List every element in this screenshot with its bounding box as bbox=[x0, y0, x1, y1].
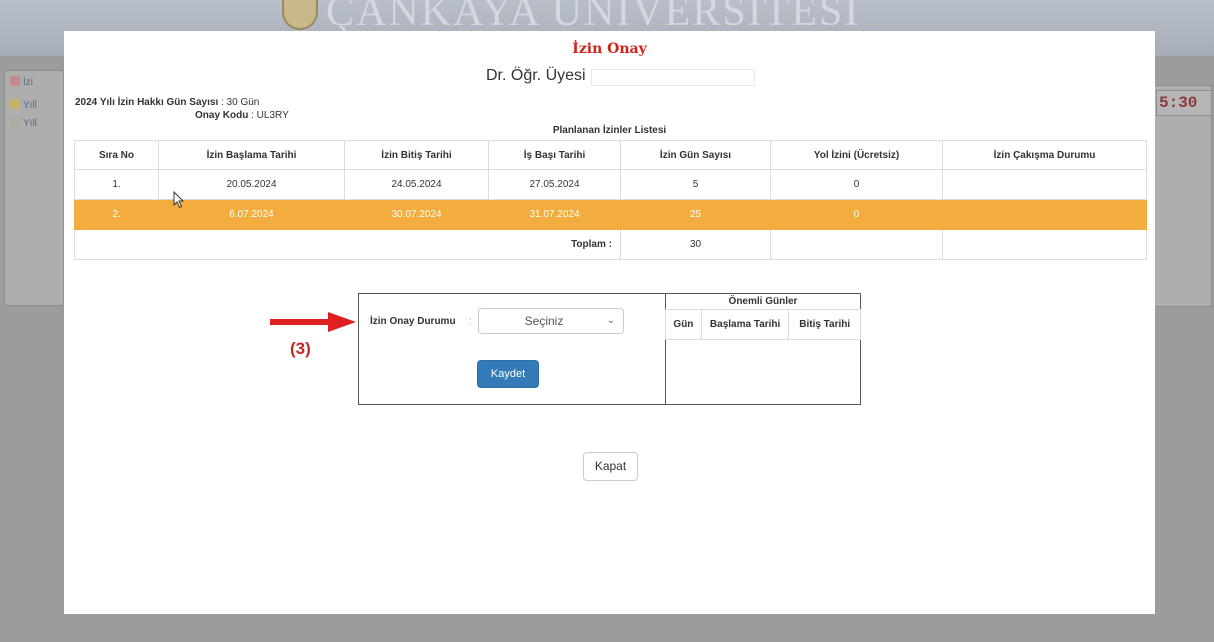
total-label: Toplam : bbox=[74, 229, 621, 260]
col-header-end: İzin Bitiş Tarihi bbox=[344, 140, 489, 170]
col-header-days: İzin Gün Sayısı bbox=[620, 140, 771, 170]
col-header-no: Sıra No bbox=[74, 140, 159, 170]
important-days-panel: Önemli Günler Gün Başlama Tarihi Bitiş T… bbox=[665, 293, 861, 405]
table-total-row: Toplam : 30 bbox=[74, 229, 1147, 260]
cell-days: 25 bbox=[620, 199, 771, 230]
important-days-title: Önemli Günler bbox=[728, 296, 798, 307]
table-header-row: Sıra No İzin Başlama Tarihi İzin Bitiş T… bbox=[74, 140, 1147, 170]
close-button[interactable]: Kapat bbox=[583, 452, 638, 481]
planned-leaves-title: Planlanan İzinler Listesi bbox=[552, 125, 667, 136]
approval-code-value: : UL3RY bbox=[251, 110, 289, 121]
total-value: 30 bbox=[620, 229, 771, 260]
cell-start: 6.07.2024 bbox=[158, 199, 345, 230]
col-header-return: İş Başı Tarihi bbox=[488, 140, 621, 170]
cell-return: 27.05.2024 bbox=[488, 169, 621, 200]
cell-travel: 0 bbox=[770, 169, 943, 200]
cell-return: 31.07.2024 bbox=[488, 199, 621, 230]
save-button[interactable]: Kaydet bbox=[477, 360, 539, 388]
cell-conflict bbox=[942, 169, 1147, 200]
col-header-day: Gün bbox=[665, 309, 702, 340]
right-panel bbox=[1154, 85, 1212, 307]
cell-no: 1. bbox=[74, 169, 159, 200]
chevron-down-icon: ⌄ bbox=[606, 315, 615, 326]
label-colon: : bbox=[469, 316, 472, 327]
important-days-header: Gün Başlama Tarihi Bitiş Tarihi bbox=[665, 309, 861, 340]
cell-conflict bbox=[942, 199, 1147, 230]
person-title: Dr. Öğr. Üyesi bbox=[486, 67, 586, 84]
approval-status-label: İzin Onay Durumu bbox=[370, 316, 456, 327]
cell-days: 5 bbox=[620, 169, 771, 200]
approval-status-select[interactable]: Seçiniz ⌄ bbox=[478, 308, 624, 334]
select-value: Seçiniz bbox=[524, 314, 564, 328]
approval-form: İzin Onay Durumu : Seçiniz ⌄ Kaydet bbox=[358, 293, 666, 405]
cell-end: 30.07.2024 bbox=[344, 199, 489, 230]
mouse-cursor-icon bbox=[173, 191, 185, 209]
col-header-conflict: İzin Çakışma Durumu bbox=[942, 140, 1147, 170]
total-empty-1 bbox=[770, 229, 943, 260]
entitlement-label: 2024 Yılı İzin Hakkı Gün Sayısı bbox=[75, 97, 219, 108]
approval-code-label: Onay Kodu bbox=[195, 110, 249, 121]
cell-start: 20.05.2024 bbox=[158, 169, 345, 200]
important-days-table: Gün Başlama Tarihi Bitiş Tarihi bbox=[665, 309, 861, 340]
cell-end: 24.05.2024 bbox=[344, 169, 489, 200]
session-timer: 5:30 bbox=[1156, 90, 1212, 116]
step-annotation: (3) bbox=[290, 339, 311, 358]
chart-icon bbox=[10, 117, 20, 127]
entitlement-info: 2024 Yılı İzin Hakkı Gün Sayısı : 30 Gün bbox=[75, 97, 259, 108]
col-header-start: İzin Başlama Tarihi bbox=[158, 140, 345, 170]
table-row-selected[interactable]: 2. 6.07.2024 30.07.2024 31.07.2024 25 0 bbox=[74, 199, 1147, 230]
leave-approval-modal: İzin Onay Dr. Öğr. Üyesi 2024 Yılı İzin … bbox=[64, 31, 1155, 614]
entitlement-value: : 30 Gün bbox=[221, 97, 260, 108]
col-header-start-date: Başlama Tarihi bbox=[700, 309, 790, 340]
cell-no: 2. bbox=[74, 199, 159, 230]
approval-code-info: Onay Kodu : UL3RY bbox=[195, 110, 289, 121]
menu-item-1: İzi bbox=[10, 76, 66, 90]
col-header-travel: Yol İzini (Ücretsiz) bbox=[770, 140, 943, 170]
col-header-end-date: Bitiş Tarihi bbox=[788, 309, 861, 340]
total-empty-2 bbox=[942, 229, 1147, 260]
modal-title: İzin Onay bbox=[572, 41, 647, 57]
menu-item-2: Yıll bbox=[10, 99, 66, 113]
annotation-arrow-icon bbox=[270, 312, 356, 332]
leave-icon bbox=[10, 76, 20, 86]
planned-leaves-table: Sıra No İzin Başlama Tarihi İzin Bitiş T… bbox=[74, 140, 1147, 260]
university-logo bbox=[282, 0, 318, 30]
cell-travel: 0 bbox=[770, 199, 943, 230]
people-icon bbox=[10, 99, 20, 109]
table-row[interactable]: 1. 20.05.2024 24.05.2024 27.05.2024 5 0 bbox=[74, 169, 1147, 200]
menu-item-3: Yıll bbox=[10, 117, 66, 131]
redacted-name bbox=[591, 69, 755, 86]
